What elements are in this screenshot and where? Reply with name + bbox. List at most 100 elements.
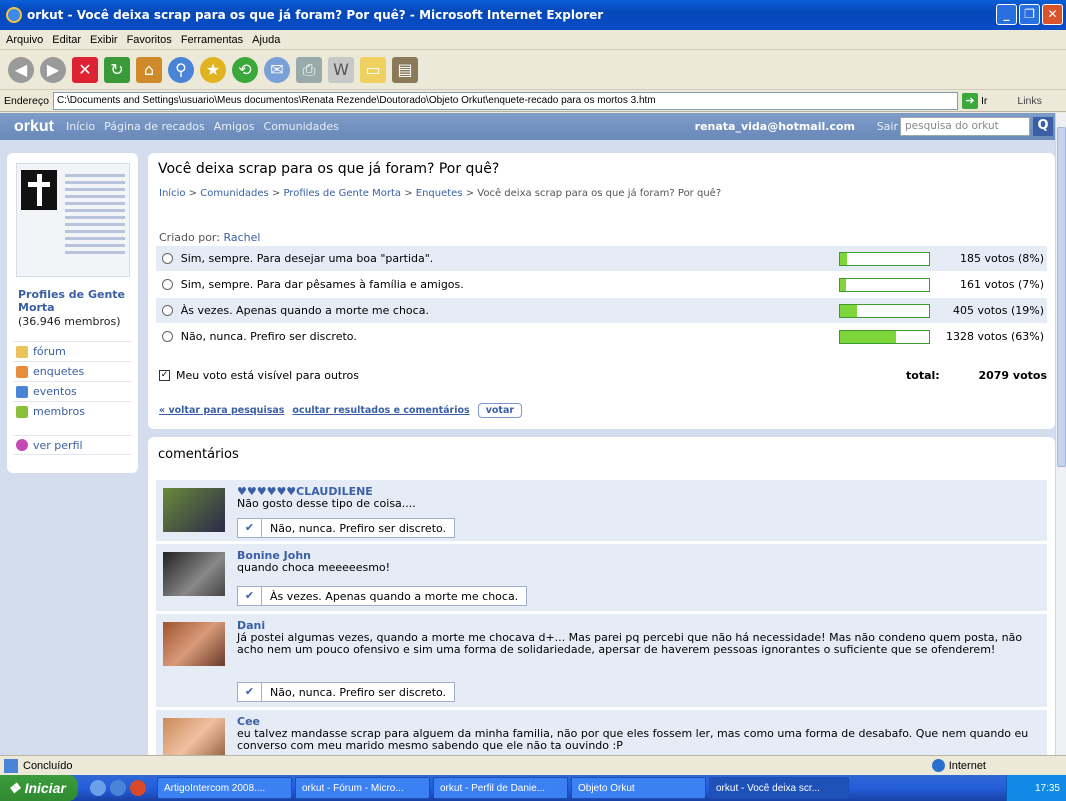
hide-results-link[interactable]: ocultar resultados e comentários (292, 405, 469, 416)
stop-icon[interactable]: ✕ (72, 56, 98, 83)
nav-comunidades[interactable]: Comunidades (264, 120, 339, 133)
community-image[interactable] (16, 163, 130, 277)
poll-options: Sim, sempre. Para desejar uma boa "parti… (156, 246, 1047, 350)
option-bar (838, 303, 931, 318)
option-radio[interactable] (162, 305, 173, 316)
poll-option[interactable]: Sim, sempre. Para dar pêsames à família … (156, 272, 1047, 298)
orkut-logo[interactable]: orkut (14, 118, 54, 136)
status-text: Concluído (23, 759, 73, 772)
clock: 17:35 (1034, 782, 1060, 794)
option-votes: 405 votos (19%) (952, 304, 1045, 317)
forum-icon (16, 345, 28, 358)
poll-option[interactable]: Não, nunca. Prefiro ser discreto. 1328 v… (156, 324, 1047, 350)
menu-arquivo[interactable]: Arquivo (6, 34, 43, 46)
back-to-polls-link[interactable]: « voltar para pesquisas (159, 405, 284, 416)
option-votes: 1328 votos (63%) (945, 330, 1045, 343)
breadcrumb-comunidades[interactable]: Comunidades (200, 188, 268, 199)
search-input[interactable]: pesquisa do orkut (900, 117, 1030, 136)
task-orkut-enquete[interactable]: orkut - Você deixa scr... (709, 777, 849, 799)
logout-link[interactable]: Sair (877, 120, 898, 133)
favorites-icon[interactable]: ★ (200, 56, 226, 83)
mail-icon[interactable]: ✉ (264, 56, 290, 83)
search-button[interactable]: Q (1033, 117, 1053, 136)
maximize-button[interactable]: ❐ (1019, 4, 1040, 25)
comments-panel: comentários ♥♥♥♥♥♥CLAUDILENE Não gosto d… (148, 437, 1055, 755)
check-icon: ✔ (238, 519, 262, 537)
created-by: Criado por: Rachel (159, 231, 261, 244)
comment-vote: ✔ Não, nunca. Prefiro ser discreto. (237, 682, 456, 702)
option-radio[interactable] (162, 279, 173, 290)
home-icon[interactable]: ⌂ (136, 56, 162, 83)
comment-text: Não gosto desse tipo de coisa.... (237, 497, 416, 510)
desktop-icon[interactable] (90, 780, 106, 796)
avatar[interactable] (163, 718, 225, 755)
community-name[interactable]: Profiles de Gente Morta (18, 288, 138, 314)
scroll-thumb[interactable] (1057, 127, 1066, 467)
sidebar-item-membros[interactable]: membros (13, 401, 132, 421)
sidebar-item-forum[interactable]: fórum (13, 341, 132, 361)
task-objeto-orkut[interactable]: Objeto Orkut (571, 777, 706, 799)
menu-favoritos[interactable]: Favoritos (127, 34, 172, 46)
menu-ferramentas[interactable]: Ferramentas (181, 34, 243, 46)
address-input[interactable]: C:\Documents and Settings\usuario\Meus d… (52, 91, 958, 110)
task-artigointercom[interactable]: ArtigoIntercom 2008.... (157, 777, 292, 799)
nav-recados[interactable]: Página de recados (104, 120, 205, 133)
poll-option[interactable]: Às vezes. Apenas quando a morte me choca… (156, 298, 1047, 324)
poll-option[interactable]: Sim, sempre. Para desejar uma boa "parti… (156, 246, 1047, 272)
comments-heading: comentários (158, 447, 239, 462)
minimize-button[interactable]: _ (996, 4, 1017, 25)
nav-amigos[interactable]: Amigos (214, 120, 255, 133)
links-button[interactable]: Links (1017, 95, 1042, 107)
comment-text: Já postei algumas vezes, quando a morte … (237, 631, 1023, 656)
user-email[interactable]: renata_vida@hotmail.com (695, 120, 855, 133)
close-button[interactable]: ✕ (1042, 4, 1063, 25)
sidebar-item-eventos[interactable]: eventos (13, 381, 132, 401)
page-icon (4, 758, 18, 773)
ver-perfil-link[interactable]: ver perfil (13, 435, 132, 455)
breadcrumb-current: Você deixa scrap para os que já foram? P… (477, 188, 722, 199)
breadcrumb-inicio[interactable]: Início (159, 188, 185, 199)
go-button[interactable]: ➔ Ir (961, 92, 987, 109)
page-title: Você deixa scrap para os que já foram? P… (158, 161, 500, 177)
search-icon[interactable]: ⚲ (168, 56, 194, 83)
cross-icon (21, 170, 57, 210)
option-radio[interactable] (162, 253, 173, 264)
task-orkut-perfil[interactable]: orkut - Perfil de Danie... (433, 777, 568, 799)
avatar[interactable] (163, 622, 225, 666)
sidebar-item-enquetes[interactable]: enquetes (13, 361, 132, 381)
vote-visible-option[interactable]: ✓ Meu voto está visível para outros (159, 369, 359, 382)
avatar[interactable] (163, 552, 225, 596)
option-votes: 185 votos (8%) (959, 252, 1045, 265)
vote-button[interactable]: votar (477, 403, 523, 418)
address-label: Endereço (4, 94, 49, 107)
option-text: Sim, sempre. Para dar pêsames à família … (180, 278, 464, 291)
menu-exibir[interactable]: Exibir (90, 34, 118, 46)
refresh-icon[interactable]: ↻ (104, 56, 130, 83)
avatar[interactable] (163, 488, 225, 532)
browser-quick-icon[interactable] (130, 780, 146, 796)
comment-vote: ✔ Não, nunca. Prefiro ser discreto. (237, 518, 456, 538)
option-text: Não, nunca. Prefiro ser discreto. (180, 330, 357, 343)
creator-link[interactable]: Rachel (223, 231, 260, 244)
option-radio[interactable] (162, 331, 173, 342)
ie-quick-icon[interactable] (110, 780, 126, 796)
nav-inicio[interactable]: Início (66, 120, 95, 133)
research-icon[interactable]: ▤ (392, 56, 418, 83)
edit-icon[interactable]: W (328, 56, 354, 83)
browser-toolbar: ◀ ▶ ✕ ↻ ⌂ ⚲ ★ ⟲ ✉ ⎙ W ▭ ▤ (0, 50, 1066, 90)
menu-editar[interactable]: Editar (52, 34, 81, 46)
task-orkut-forum[interactable]: orkut - Fórum - Micro... (295, 777, 430, 799)
windows-logo-icon: ❖ (8, 779, 21, 796)
folder-icon[interactable]: ▭ (360, 56, 386, 83)
address-bar: Endereço C:\Documents and Settings\usuar… (0, 90, 1066, 112)
menu-ajuda[interactable]: Ajuda (252, 34, 280, 46)
vote-visible-checkbox[interactable]: ✓ (159, 370, 170, 381)
forward-icon[interactable]: ▶ (40, 56, 66, 83)
vertical-scrollbar[interactable] (1055, 113, 1066, 755)
breadcrumb-community[interactable]: Profiles de Gente Morta (283, 188, 401, 199)
history-icon[interactable]: ⟲ (232, 56, 258, 83)
print-icon[interactable]: ⎙ (296, 56, 322, 83)
start-button[interactable]: ❖ Iniciar (0, 775, 78, 801)
breadcrumb-enquetes[interactable]: Enquetes (416, 188, 463, 199)
back-icon[interactable]: ◀ (8, 56, 34, 83)
